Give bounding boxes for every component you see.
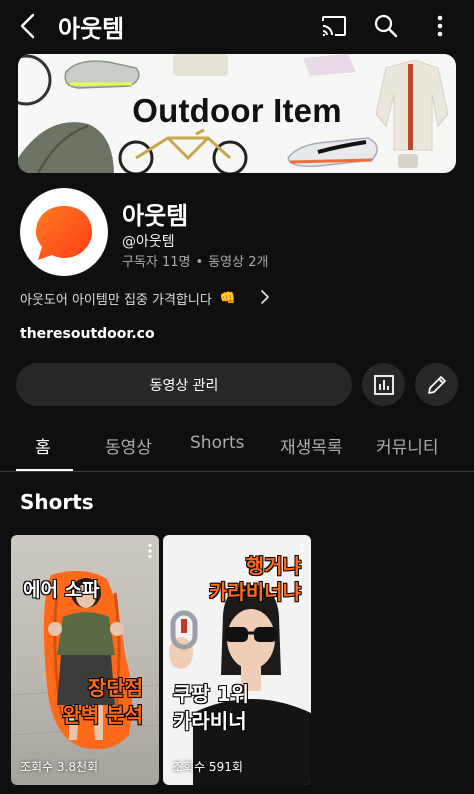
- back-arrow-icon: [20, 13, 35, 39]
- short-overlay-title: 행거냐 카라비너냐: [209, 553, 301, 605]
- subscriber-count: 구독자 11명: [122, 255, 191, 270]
- channel-handle: @아웃템: [122, 234, 175, 250]
- short-video-card[interactable]: 행거냐 카라비너냐 쿠팡 1위 카라비너 조회수 591회: [163, 535, 311, 785]
- more-options-button[interactable]: [424, 10, 456, 42]
- channel-stats: 구독자 11명 • 동영상 2개: [122, 251, 268, 270]
- manage-videos-button[interactable]: 동영상 관리: [16, 363, 352, 406]
- more-vert-icon: [437, 15, 443, 37]
- channel-tabs: 홈 동영상 Shorts 재생목록 커뮤니티: [0, 423, 474, 472]
- caption-line: 완벽 분석: [62, 703, 143, 727]
- top-app-bar: 아웃템: [0, 0, 474, 52]
- cast-button[interactable]: [318, 10, 350, 42]
- channel-link[interactable]: theresoutdoor.co: [20, 326, 155, 342]
- chat-bubble-logo-icon: [36, 206, 92, 260]
- active-tab-indicator: [16, 469, 73, 471]
- tab-shorts[interactable]: Shorts: [190, 433, 244, 453]
- tab-home[interactable]: 홈: [35, 433, 51, 458]
- banner-title: Outdoor Item: [132, 92, 342, 129]
- chevron-right-icon: [261, 290, 269, 304]
- tab-community[interactable]: 커뮤니티: [376, 433, 439, 458]
- caption-line: 카라비너: [173, 709, 247, 733]
- title-line: 카라비너냐: [209, 580, 301, 604]
- back-button[interactable]: [12, 10, 44, 42]
- short-overlay-title: 에어 소파: [23, 579, 100, 601]
- title-line: 행거냐: [245, 554, 301, 578]
- caption-line: 쿠팡 1위: [173, 682, 250, 706]
- short-view-count: 조회수 3.8천회: [20, 760, 99, 774]
- page-title: 아웃템: [58, 15, 125, 43]
- cast-icon: [322, 16, 346, 36]
- analytics-icon: [373, 374, 394, 395]
- tab-videos[interactable]: 동영상: [105, 433, 152, 458]
- channel-description[interactable]: 아웃도어 아이템만 집중 가격합니다 👊: [20, 289, 236, 308]
- caption-line: 장단점: [87, 676, 143, 700]
- search-icon: [374, 14, 398, 38]
- analytics-button[interactable]: [362, 363, 405, 406]
- description-expand-button[interactable]: [258, 288, 272, 310]
- short-video-card[interactable]: 에어 소파 장단점 완벽 분석 조회수 3.8천회: [11, 535, 159, 785]
- channel-avatar[interactable]: [20, 188, 108, 276]
- edit-channel-button[interactable]: [415, 363, 458, 406]
- stats-separator: •: [195, 255, 204, 270]
- search-button[interactable]: [370, 10, 402, 42]
- channel-banner: Outdoor Item: [18, 54, 456, 173]
- channel-name: 아웃템: [122, 202, 189, 230]
- short-more-icon[interactable]: [299, 543, 305, 559]
- short-more-icon[interactable]: [147, 543, 153, 559]
- short-view-count: 조회수 591회: [172, 760, 243, 774]
- tab-playlists[interactable]: 재생목록: [280, 433, 343, 458]
- description-text: 아웃도어 아이템만 집중 가격합니다: [20, 293, 212, 308]
- fist-emoji-icon: 👊: [219, 291, 236, 306]
- short-thumbnail-image: [11, 570, 159, 750]
- short-overlay-caption: 쿠팡 1위 카라비너: [173, 681, 249, 735]
- video-count: 동영상 2개: [208, 255, 269, 270]
- shorts-section-title: Shorts: [20, 490, 94, 514]
- pencil-icon: [427, 375, 446, 394]
- short-overlay-caption: 장단점 완벽 분석: [62, 675, 143, 729]
